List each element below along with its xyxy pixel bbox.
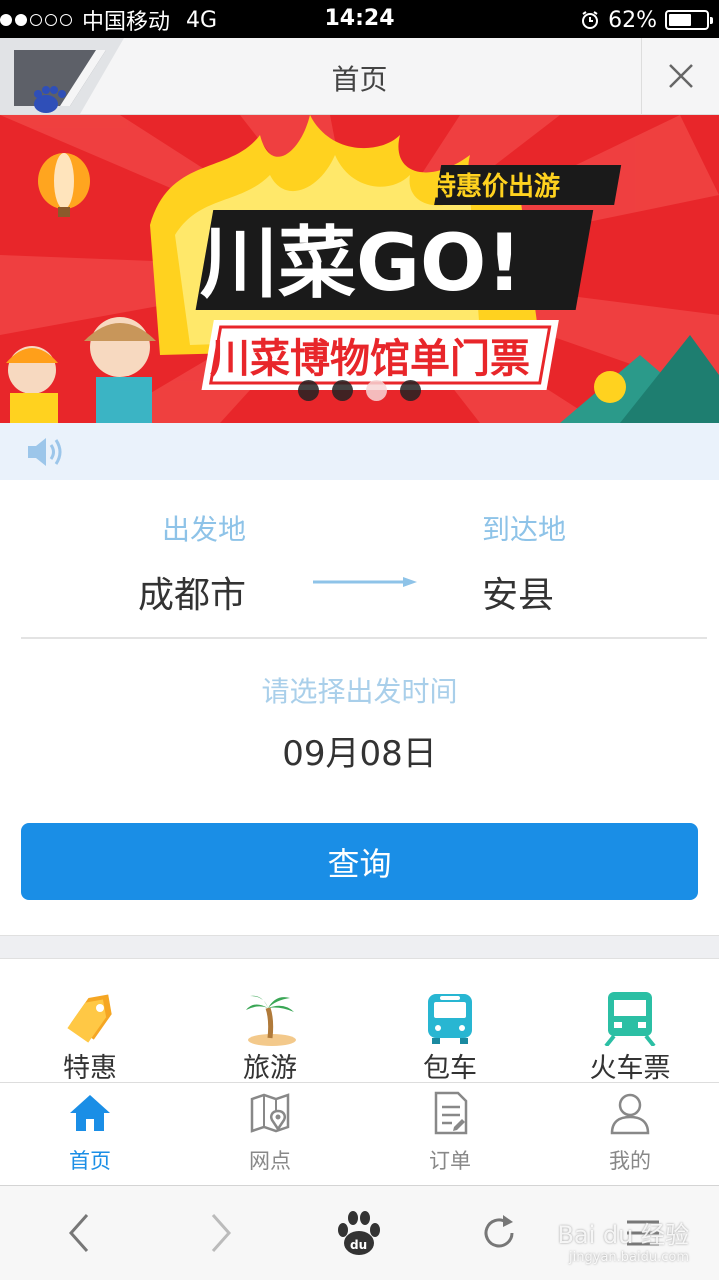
tab-label: 订单 (429, 1149, 471, 1173)
forward-icon (211, 1214, 232, 1252)
tab-label: 网点 (249, 1149, 291, 1173)
promo-banner[interactable]: 特惠价出游 川菜GO! 川菜博物馆单门票 (0, 115, 719, 423)
route-arrow-icon (313, 577, 417, 587)
baidu-paw-icon: du (338, 1211, 380, 1255)
divider (21, 637, 707, 639)
palm-tree-icon (246, 995, 296, 1046)
user-icon (610, 1093, 650, 1135)
nav-bar: 首页 (0, 38, 719, 115)
watermark-brand: Bai du 经验 (557, 1221, 689, 1249)
tag-icon (67, 994, 112, 1043)
tab-home[interactable]: 首页 (0, 1091, 180, 1175)
category-label: 特惠 (63, 1053, 117, 1082)
to-label: 到达地 (481, 513, 566, 546)
bus-icon (428, 994, 472, 1044)
date-label: 请选择出发时间 (261, 675, 458, 708)
carousel-dot[interactable] (400, 380, 421, 401)
watermark: Bai du 经验 jingyan.baidu.com (557, 1215, 689, 1265)
category-baoche[interactable]: 包车 (360, 990, 540, 1082)
status-bar: 中国移动 4G 14:24 62% (0, 0, 719, 38)
tab-label: 首页 (69, 1149, 111, 1173)
category-tehui[interactable]: 特惠 (0, 990, 180, 1082)
query-button[interactable]: 查询 (21, 823, 698, 900)
refresh-button[interactable] (474, 1208, 524, 1258)
order-icon (434, 1091, 468, 1135)
close-button[interactable] (641, 38, 719, 114)
watermark-url: jingyan.baidu.com (569, 1250, 689, 1265)
from-label: 出发地 (161, 513, 246, 546)
back-button[interactable] (54, 1208, 104, 1258)
baidu-home-button[interactable]: du (334, 1208, 384, 1258)
category-label: 旅游 (243, 1053, 297, 1082)
map-pin-icon (250, 1093, 290, 1133)
banner-headline: 川菜GO! (200, 219, 522, 309)
banner-tagline: 特惠价出游 (430, 171, 560, 202)
tab-label: 我的 (609, 1149, 651, 1173)
forward-button[interactable] (196, 1208, 246, 1258)
tab-bar: 首页 网点 订单 我的 (0, 1082, 719, 1185)
page-title: 首页 (331, 63, 388, 96)
battery-icon (665, 10, 713, 30)
category-label: 火车票 (589, 1053, 671, 1082)
section-separator (0, 935, 719, 959)
category-huochepiao[interactable]: 火车票 (540, 990, 719, 1082)
tab-branches[interactable]: 网点 (180, 1091, 360, 1175)
carousel-indicator[interactable] (0, 380, 719, 401)
train-icon (604, 992, 656, 1046)
carousel-dot[interactable] (366, 380, 387, 401)
category-label: 包车 (423, 1053, 477, 1082)
tab-me[interactable]: 我的 (540, 1091, 719, 1175)
announcement-bar[interactable] (0, 423, 719, 480)
banner-artwork: 特惠价出游 川菜GO! 川菜博物馆单门票 (0, 115, 719, 423)
date-picker-field[interactable]: 09月08日 (0, 726, 719, 775)
battery-percent: 62% (608, 7, 657, 33)
svg-text:du: du (350, 1238, 367, 1252)
alarm-icon (582, 11, 599, 29)
from-city-field[interactable]: 成都市 (82, 566, 302, 618)
category-lvyou[interactable]: 旅游 (180, 990, 360, 1082)
tab-orders[interactable]: 订单 (360, 1091, 540, 1175)
carousel-dot[interactable] (332, 380, 353, 401)
home-icon (70, 1095, 110, 1131)
refresh-icon (484, 1215, 514, 1248)
banner-subline: 川菜博物馆单门票 (210, 336, 530, 382)
to-city-field[interactable]: 安县 (408, 566, 628, 618)
back-icon (68, 1214, 89, 1252)
speaker-icon (28, 437, 62, 466)
carousel-dot[interactable] (298, 380, 319, 401)
close-icon (668, 64, 693, 88)
